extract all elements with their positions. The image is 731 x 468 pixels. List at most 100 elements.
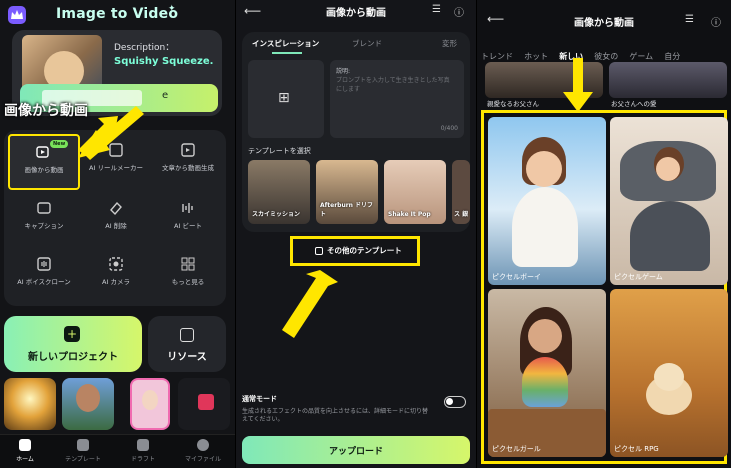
grid-icon bbox=[181, 257, 195, 271]
list-icon[interactable]: ☰ bbox=[685, 14, 694, 25]
nav-my-files[interactable]: マイファイル bbox=[178, 439, 228, 463]
template-label: ピクセルゲーム bbox=[614, 273, 663, 281]
tool-ai-remove[interactable]: AI 削除 bbox=[80, 192, 152, 248]
template-card[interactable]: ピクセルボーイ bbox=[488, 117, 606, 285]
category-tabs: トレンド ホット 新しい 彼女の ゲーム 自分 bbox=[481, 44, 731, 61]
play-square-icon bbox=[315, 247, 323, 255]
mode-tabs: インスピレーション ブレンド 変形 bbox=[242, 32, 470, 54]
voice-clone-icon bbox=[37, 257, 51, 271]
nav-label: マイファイル bbox=[184, 456, 221, 463]
hero-description-value: Squishy Squeeze. bbox=[114, 56, 214, 67]
tool-label: AI ビート bbox=[174, 222, 202, 230]
app-title: Image to Video bbox=[56, 6, 179, 22]
tool-label: AI リールメーカー bbox=[89, 164, 143, 172]
camera-icon bbox=[109, 257, 123, 271]
nav-draft[interactable]: ドラフト bbox=[118, 439, 168, 463]
resource-button[interactable]: リソース bbox=[148, 316, 226, 372]
arrow-annotation-icon bbox=[282, 270, 338, 338]
nav-label: テンプレート bbox=[65, 456, 101, 463]
prompt-label: 説明: bbox=[336, 68, 351, 75]
tool-label: AI カメラ bbox=[102, 278, 130, 286]
tool-ai-camera[interactable]: AI カメラ bbox=[80, 248, 152, 304]
template-label: ピクセルボーイ bbox=[492, 273, 541, 281]
template-name: ス 銀 bbox=[454, 211, 469, 218]
image-upload-box[interactable]: ⊞ bbox=[248, 60, 324, 138]
new-badge: New bbox=[50, 140, 69, 148]
tool-caption[interactable]: キャプション bbox=[8, 192, 80, 248]
nav-home[interactable]: ホーム bbox=[0, 439, 50, 463]
home-header: Image to Video ✦ bbox=[0, 0, 235, 32]
more-templates-label: その他のテンプレート bbox=[327, 246, 402, 255]
new-project-label: 新しいプロジェクト bbox=[28, 352, 118, 363]
tool-text-to-video[interactable]: 文章から動画生成 bbox=[152, 134, 224, 190]
category-tab[interactable]: 自分 bbox=[664, 51, 680, 62]
profile-icon bbox=[197, 439, 209, 451]
mode-description: 生成されるエフェクトの品質を向上させるには、詳細モードに切り替えてください。 bbox=[242, 408, 429, 424]
mode-title: 通常モード bbox=[242, 395, 277, 403]
tool-voice-clone[interactable]: AI ボイスクローン bbox=[8, 248, 80, 304]
tool-label: AI ボイスクローン bbox=[17, 278, 71, 286]
resource-label: リソース bbox=[167, 352, 207, 363]
template-card[interactable]: ピクセルガール bbox=[488, 289, 606, 457]
category-tab[interactable]: 彼女の bbox=[594, 51, 618, 62]
new-project-button[interactable]: + 新しいプロジェクト bbox=[4, 316, 142, 372]
tool-more[interactable]: もっと見る bbox=[152, 248, 224, 304]
nav-template[interactable]: テンプレート bbox=[58, 439, 108, 463]
tab-transform[interactable]: 変形 bbox=[442, 38, 457, 49]
input-card: インスピレーション ブレンド 変形 ⊞ 説明: プロンプトを入力して生き生きとし… bbox=[242, 32, 470, 232]
home-icon bbox=[19, 439, 31, 451]
recent-thumbnails bbox=[4, 378, 230, 430]
thumbnail[interactable] bbox=[4, 378, 56, 430]
eraser-icon bbox=[110, 201, 122, 216]
thumbnail[interactable] bbox=[130, 378, 170, 430]
arrow-annotation-icon bbox=[78, 106, 144, 160]
category-tab[interactable]: ゲーム bbox=[629, 51, 653, 62]
bottom-navigation: ホーム テンプレート ドラフト マイファイル bbox=[0, 434, 235, 468]
tool-image-to-video[interactable]: New 画像から動画 bbox=[8, 134, 80, 190]
tab-blend[interactable]: ブレンド bbox=[352, 38, 382, 49]
list-icon[interactable]: ☰ bbox=[432, 4, 441, 15]
template-thumbnail[interactable] bbox=[609, 62, 727, 98]
template-card[interactable]: ス 銀 bbox=[452, 160, 470, 224]
more-templates-button[interactable]: その他のテンプレート bbox=[290, 236, 420, 266]
help-icon[interactable]: ⓘ bbox=[454, 4, 464, 19]
crown-icon[interactable] bbox=[8, 6, 26, 24]
template-gallery-screen: ⟵ 画像から動画 ☰ ⓘ トレンド ホット 新しい 彼女の ゲーム 自分 親愛な… bbox=[477, 0, 731, 468]
template-card[interactable]: Shake It Pop bbox=[384, 160, 446, 224]
template-label: ピクセルガール bbox=[492, 445, 541, 453]
thumbnail[interactable] bbox=[178, 378, 230, 430]
add-image-icon: ⊞ bbox=[278, 90, 290, 106]
prompt-input[interactable]: 説明: プロンプトを入力して生き生きとした写真にします 0/400 bbox=[330, 60, 464, 138]
template-card[interactable]: ピクセルゲーム bbox=[610, 117, 728, 285]
template-name: スカイミッション bbox=[252, 211, 301, 218]
tool-ai-beat[interactable]: AI ビート bbox=[152, 192, 224, 248]
arrow-annotation-icon bbox=[563, 58, 593, 112]
template-card[interactable]: Afterburn ドリフト bbox=[316, 160, 378, 224]
tool-label: キャプション bbox=[24, 222, 64, 230]
template-card[interactable]: スカイミッション bbox=[248, 160, 310, 224]
top-bar: ⟵ 画像から動画 ☰ ⓘ bbox=[236, 0, 476, 22]
nav-label: ホーム bbox=[16, 456, 34, 463]
hero-try-button-label: e bbox=[162, 90, 169, 101]
category-tab[interactable]: ホット bbox=[524, 51, 548, 62]
template-label: 親愛なるお父さん bbox=[487, 100, 539, 108]
category-tab[interactable]: トレンド bbox=[481, 51, 513, 62]
caption-icon bbox=[37, 202, 51, 214]
tool-label: AI 削除 bbox=[105, 222, 127, 230]
tab-inspiration[interactable]: インスピレーション bbox=[252, 38, 319, 54]
help-icon[interactable]: ⓘ bbox=[711, 14, 721, 29]
tool-label: もっと見る bbox=[171, 278, 205, 286]
home-screen: Image to Video ✦ Description： Squishy Sq… bbox=[0, 0, 235, 468]
image-to-video-screen: ⟵ 画像から動画 ☰ ⓘ インスピレーション ブレンド 変形 ⊞ 説明: プロン… bbox=[236, 0, 476, 468]
template-card[interactable]: ピクセル RPG bbox=[610, 289, 728, 457]
previous-template-row: 親愛なるお父さん お父さんへの愛 bbox=[481, 62, 731, 108]
thumbnail[interactable] bbox=[62, 378, 114, 430]
char-count: 0/400 bbox=[440, 125, 458, 132]
upload-button[interactable]: アップロード bbox=[242, 436, 470, 464]
template-section-label: テンプレートを選択 bbox=[248, 147, 311, 155]
prompt-placeholder: プロンプトを入力して生き生きとした写真にします bbox=[336, 77, 450, 93]
template-label: ピクセル RPG bbox=[614, 445, 659, 453]
mode-toggle[interactable] bbox=[444, 396, 466, 408]
top-bar: ⟵ 画像から動画 ☰ ⓘ bbox=[477, 0, 731, 40]
tool-label: 文章から動画生成 bbox=[162, 164, 214, 172]
